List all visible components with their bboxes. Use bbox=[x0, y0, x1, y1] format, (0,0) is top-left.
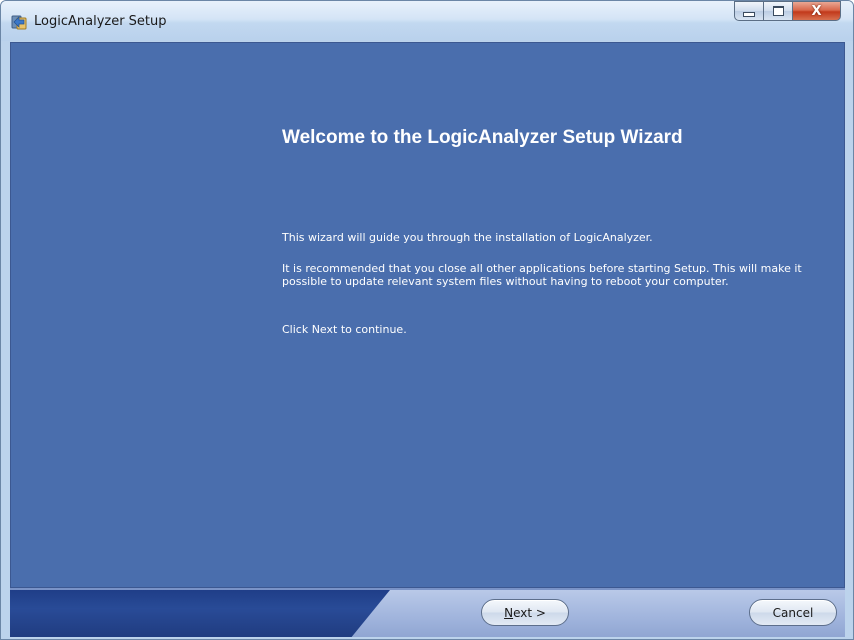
cancel-button[interactable]: Cancel bbox=[749, 599, 837, 626]
wizard-intro-text: This wizard will guide you through the i… bbox=[282, 231, 653, 244]
minimize-button[interactable] bbox=[734, 1, 764, 21]
next-accelerator: N bbox=[504, 605, 514, 620]
cancel-label: Cancel bbox=[772, 605, 814, 620]
maximize-icon bbox=[772, 6, 784, 16]
title-bar[interactable]: LogicAnalyzer Setup X bbox=[1, 1, 853, 41]
minimize-icon bbox=[743, 11, 755, 17]
close-icon: X bbox=[811, 3, 822, 19]
next-label: ext > bbox=[513, 605, 546, 620]
wizard-welcome-panel bbox=[10, 42, 845, 588]
next-button[interactable]: Next > bbox=[481, 599, 569, 626]
setup-installer-icon bbox=[10, 13, 28, 31]
wizard-footer bbox=[10, 588, 845, 637]
setup-window: LogicAnalyzer Setup X Welcome to the Log… bbox=[0, 0, 854, 640]
close-button[interactable]: X bbox=[792, 1, 841, 21]
window-title: LogicAnalyzer Setup bbox=[34, 14, 167, 29]
wizard-heading: Welcome to the LogicAnalyzer Setup Wizar… bbox=[282, 127, 683, 148]
maximize-button[interactable] bbox=[763, 1, 793, 21]
wizard-recommendation-text: It is recommended that you close all oth… bbox=[282, 262, 802, 288]
wizard-continue-text: Click Next to continue. bbox=[282, 323, 407, 336]
